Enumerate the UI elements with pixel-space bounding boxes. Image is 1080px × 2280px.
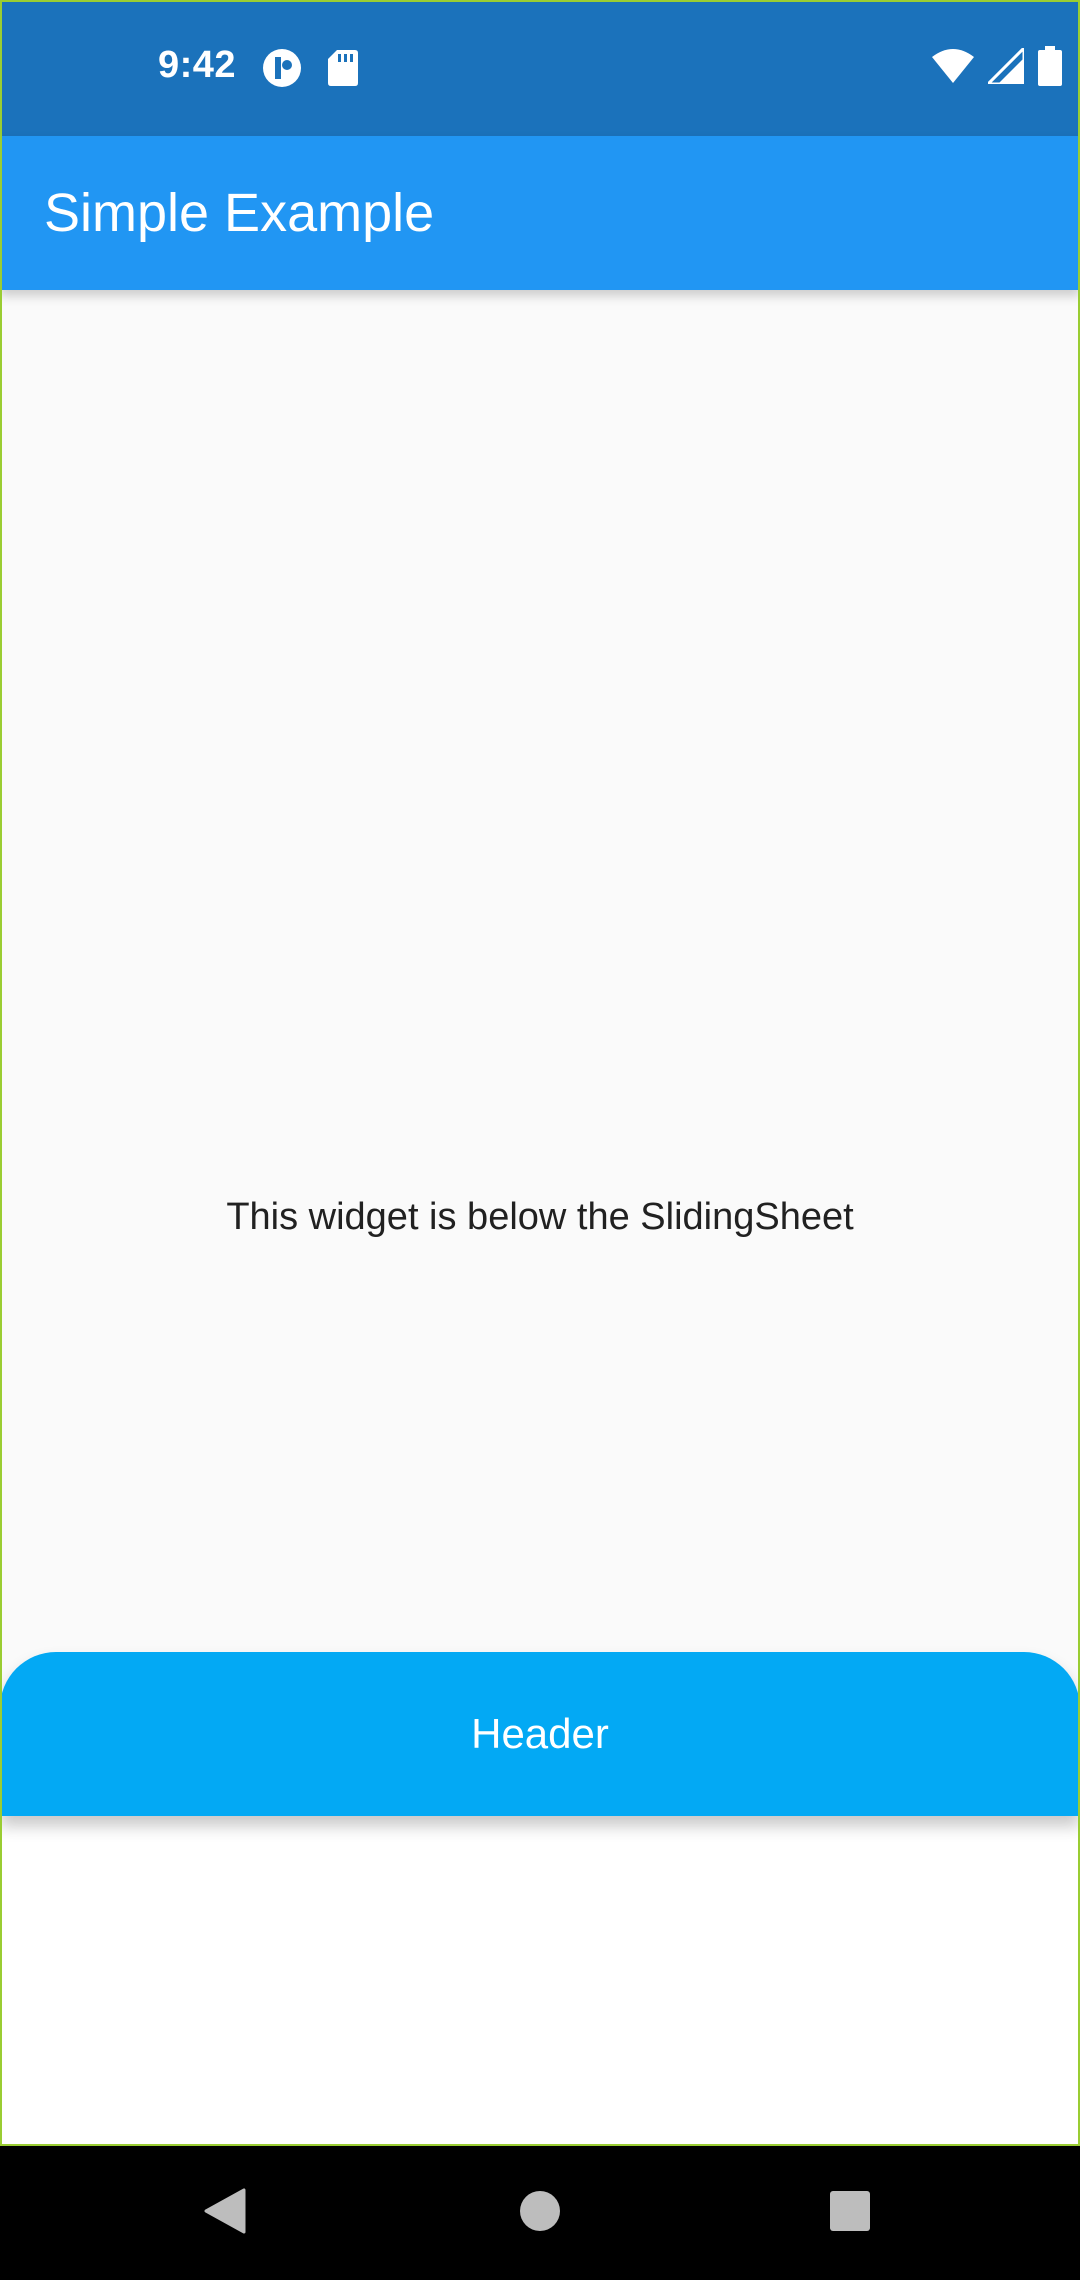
recents-button[interactable] bbox=[790, 2146, 910, 2280]
sheet-header[interactable]: Header bbox=[0, 1652, 1080, 1816]
status-time: 9:42 bbox=[158, 44, 237, 86]
recents-icon bbox=[829, 2190, 871, 2237]
back-button[interactable] bbox=[165, 2146, 285, 2280]
sd-card-icon bbox=[328, 50, 358, 91]
back-icon bbox=[204, 2188, 246, 2239]
home-button[interactable] bbox=[480, 2146, 600, 2280]
status-left-icons bbox=[262, 48, 358, 93]
battery-icon bbox=[1038, 46, 1062, 91]
app-bar: Simple Example bbox=[0, 136, 1080, 290]
screen: 9:42 Simple Example This widget is below… bbox=[0, 0, 1080, 2280]
body-text: This widget is below the SlidingSheet bbox=[226, 1196, 854, 1238]
status-bar: 9:42 bbox=[0, 0, 1080, 136]
nav-bar bbox=[0, 2146, 1080, 2280]
sheet-header-label: Header bbox=[471, 1710, 609, 1757]
app-title: Simple Example bbox=[44, 183, 435, 243]
wifi-icon bbox=[932, 49, 974, 88]
status-right-icons bbox=[932, 44, 1062, 91]
notification-app-icon bbox=[262, 48, 302, 93]
cell-signal-icon bbox=[984, 44, 1026, 89]
sliding-sheet[interactable]: Header bbox=[0, 1652, 1080, 2144]
home-icon bbox=[519, 2190, 561, 2237]
